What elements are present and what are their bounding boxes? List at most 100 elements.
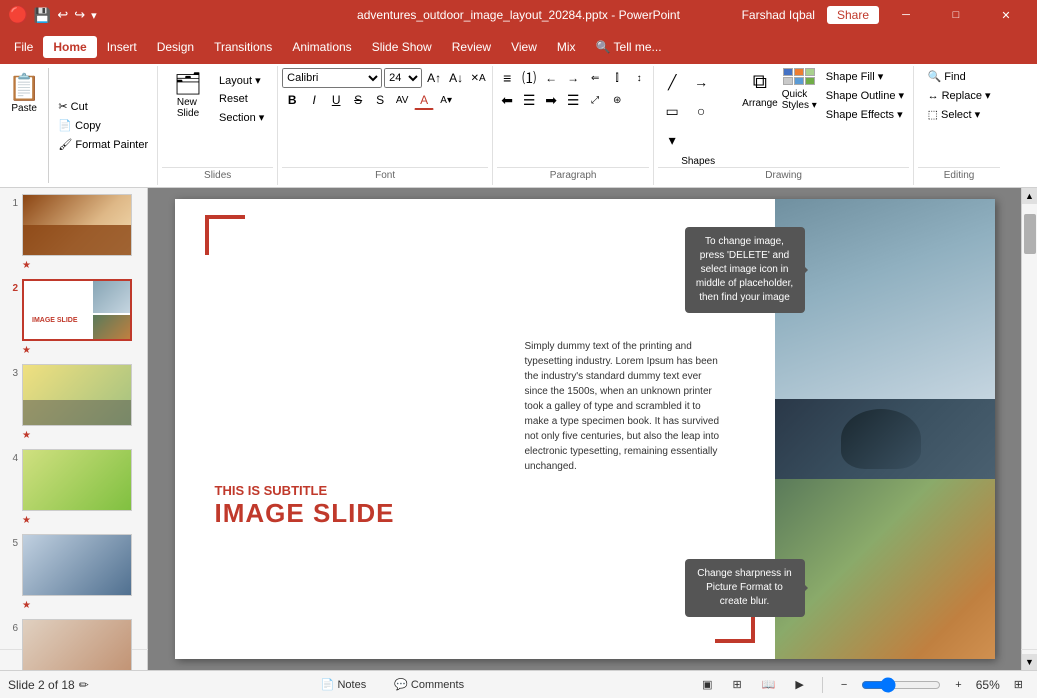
shape-effects-button[interactable]: Shape Effects ▾ <box>821 106 909 123</box>
slide-thumb-2[interactable]: 2 IMAGE SLIDE ★ <box>4 277 143 358</box>
divider <box>822 677 823 693</box>
shape-oval[interactable]: ○ <box>687 97 715 125</box>
paste-button[interactable]: 📋 Paste <box>0 68 49 183</box>
vertical-scrollbar[interactable]: ▲ ▼ <box>1021 188 1037 670</box>
copy-button[interactable]: 📄 Copy <box>53 117 153 134</box>
bold-button[interactable]: B <box>282 90 302 110</box>
clear-format-button[interactable]: ✕A <box>468 68 488 88</box>
shape-fill-button[interactable]: Shape Fill ▾ <box>821 68 909 85</box>
window-title: adventures_outdoor_image_layout_20284.pp… <box>357 8 680 22</box>
callout-1: To change image, press 'DELETE' and sele… <box>685 227 805 313</box>
scroll-thumb[interactable] <box>1024 214 1036 254</box>
align-left-button[interactable]: ⬅ <box>497 90 517 110</box>
menu-animations[interactable]: Animations <box>282 36 361 58</box>
slideshow-button[interactable]: ▶ <box>789 677 809 692</box>
indent-decrease-button[interactable]: ← <box>541 68 561 88</box>
bullets-button[interactable]: ≡ <box>497 68 517 88</box>
font-size-select[interactable]: 24 <box>384 68 422 88</box>
font-size-decrease-button[interactable]: A↓ <box>446 68 466 88</box>
font-family-select[interactable]: Calibri <box>282 68 382 88</box>
slide-title-area: THIS IS SUBTITLE IMAGE SLIDE <box>215 483 395 529</box>
clipboard-sub: ✂ Cut 📄 Copy 🖌 Format Painter <box>49 68 157 183</box>
menu-review[interactable]: Review <box>442 36 501 58</box>
columns-button[interactable]: ⫿ <box>607 68 627 88</box>
reset-button[interactable]: Reset <box>214 91 269 107</box>
section-button[interactable]: Section ▾ <box>214 109 269 126</box>
status-right: ▣ ⊞ 📖 ▶ − + 65% ⊞ <box>696 677 1029 693</box>
arrange-icon[interactable]: ⧉ <box>746 68 774 96</box>
close-button[interactable]: ✕ <box>983 0 1029 30</box>
zoom-slider[interactable] <box>861 677 941 693</box>
shape-outline-button[interactable]: Shape Outline ▾ <box>821 87 909 104</box>
char-spacing-button[interactable]: AV <box>392 90 412 110</box>
slide-thumb-1[interactable]: 1 ★ <box>4 192 143 273</box>
convert-smartart-button[interactable]: ⊛ <box>607 90 627 110</box>
fit-to-window-button[interactable]: ⊞ <box>1008 677 1029 692</box>
menu-slideshow[interactable]: Slide Show <box>362 36 442 58</box>
select-button[interactable]: ⬚ Select ▾ <box>923 106 986 123</box>
slides-panel: 1 ★ 2 IMAGE SLIDE <box>0 188 148 670</box>
zoom-out-button[interactable]: − <box>835 678 853 692</box>
redo-icon[interactable]: ↪ <box>74 7 85 23</box>
slide-thumb-4[interactable]: 4 ★ <box>4 447 143 528</box>
menu-view[interactable]: View <box>501 36 547 58</box>
menu-file[interactable]: File <box>4 36 43 58</box>
layout-button[interactable]: Layout ▾ <box>214 72 269 89</box>
align-right-button[interactable]: ➡ <box>541 90 561 110</box>
slide-preview-1 <box>22 194 132 256</box>
customize-icon[interactable]: ▾ <box>91 9 97 22</box>
save-icon[interactable]: 💾 <box>34 7 51 24</box>
slide-thumb-5[interactable]: 5 ★ <box>4 532 143 613</box>
numbered-list-button[interactable]: ⑴ <box>519 68 539 88</box>
menu-transitions[interactable]: Transitions <box>204 36 282 58</box>
notes-button[interactable]: 📄 Notes <box>315 677 372 692</box>
underline-button[interactable]: U <box>326 90 346 110</box>
find-button[interactable]: 🔍 Find <box>923 68 971 85</box>
slide-canvas[interactable]: THIS IS SUBTITLE IMAGE SLIDE Simply dumm… <box>175 199 995 659</box>
rtl-button[interactable]: ⇐ <box>585 68 605 88</box>
user-name: Farshad Iqbal <box>742 8 815 22</box>
menu-design[interactable]: Design <box>147 36 204 58</box>
comments-button[interactable]: 💬 Comments <box>388 677 470 692</box>
paragraph-section: ≡ ⑴ ← → ⇐ ⫿ ↕ ⬅ ☰ ➡ ☰ ⤢ ⊛ Paragraph <box>493 66 654 185</box>
slide-notes-edit-icon[interactable]: ✏ <box>79 678 89 692</box>
shape-arrow[interactable]: → <box>687 68 715 96</box>
zoom-in-button[interactable]: + <box>949 678 967 692</box>
reading-view-button[interactable]: 📖 <box>756 677 782 692</box>
format-painter-button[interactable]: 🖌 Format Painter <box>53 136 153 153</box>
font-size-increase-button[interactable]: A↑ <box>424 68 444 88</box>
indent-increase-button[interactable]: → <box>563 68 583 88</box>
maximize-button[interactable]: □ <box>933 0 979 30</box>
shape-line[interactable]: ╱ <box>658 68 686 96</box>
font-label: Font <box>282 167 488 183</box>
quick-styles-label[interactable]: QuickStyles ▾ <box>782 89 817 111</box>
align-center-button[interactable]: ☰ <box>519 90 539 110</box>
normal-view-button[interactable]: ▣ <box>696 677 718 692</box>
new-slide-button[interactable]: 🗂 NewSlide <box>166 68 210 122</box>
slide-sorter-button[interactable]: ⊞ <box>726 677 747 692</box>
callout-2: Change sharpness in Picture Format to cr… <box>685 559 805 617</box>
line-spacing-button[interactable]: ↕ <box>629 68 649 88</box>
font-color-button[interactable]: A <box>414 90 434 110</box>
shape-rect[interactable]: ▭ <box>658 97 686 125</box>
minimize-button[interactable]: ─ <box>883 0 929 30</box>
cut-button[interactable]: ✂ Cut <box>53 98 153 115</box>
text-highlight-button[interactable]: A▾ <box>436 90 456 110</box>
slide-thumb-6[interactable]: 6 ★ <box>4 617 143 670</box>
undo-icon[interactable]: ↩ <box>57 7 68 23</box>
strikethrough-button[interactable]: S <box>348 90 368 110</box>
menu-home[interactable]: Home <box>43 36 96 58</box>
scroll-up-button[interactable]: ▲ <box>1022 188 1037 204</box>
replace-button[interactable]: ↔ Replace ▾ <box>923 87 996 104</box>
shape-more[interactable]: ▾ <box>658 126 686 154</box>
menu-mix[interactable]: Mix <box>547 36 586 58</box>
menu-insert[interactable]: Insert <box>97 36 147 58</box>
slide-thumb-3[interactable]: 3 ★ <box>4 362 143 443</box>
justify-button[interactable]: ☰ <box>563 90 583 110</box>
shadow-button[interactable]: S <box>370 90 390 110</box>
text-direction-button[interactable]: ⤢ <box>585 90 605 110</box>
menu-tell-me[interactable]: 🔍 Tell me... <box>586 36 672 58</box>
slide-preview-5 <box>22 534 132 596</box>
italic-button[interactable]: I <box>304 90 324 110</box>
share-button[interactable]: Share <box>827 6 879 24</box>
